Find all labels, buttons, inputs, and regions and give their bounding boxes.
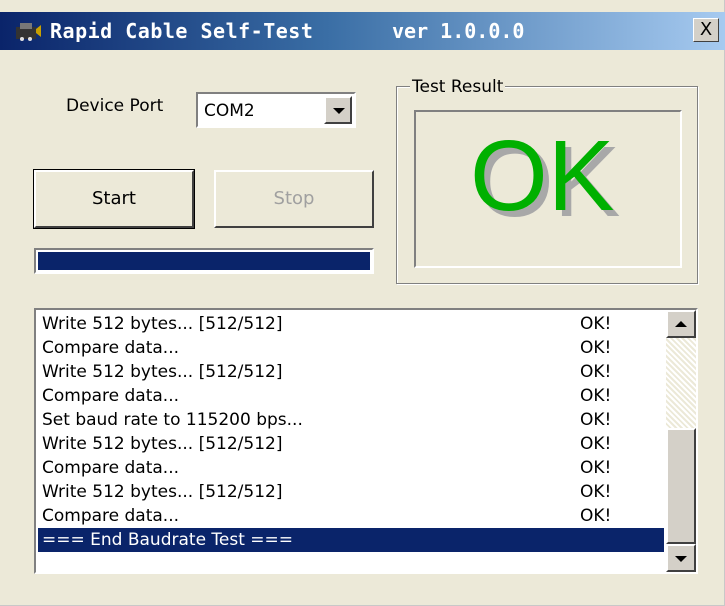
title-bar[interactable]: Rapid Cable Self-Test ver 1.0.0.0 X <box>0 12 725 50</box>
device-port-value: COM2 <box>204 101 255 121</box>
log-status: OK! <box>580 458 612 478</box>
log-message: Write 512 bytes... [512/512] <box>42 362 283 382</box>
log-message: Compare data... <box>42 338 180 358</box>
scroll-up-icon[interactable] <box>666 310 696 338</box>
chevron-down-icon[interactable] <box>324 96 352 124</box>
app-window: Rapid Cable Self-Test ver 1.0.0.0 X Devi… <box>0 0 725 606</box>
log-row[interactable]: Compare data... OK! <box>38 456 664 480</box>
scroll-down-icon[interactable] <box>666 544 696 572</box>
close-icon: X <box>699 19 713 40</box>
log-row[interactable]: Write 512 bytes... [512/512] OK! <box>38 312 664 336</box>
log-status: OK! <box>580 386 612 406</box>
log-message: Set baud rate to 115200 bps... <box>42 410 303 430</box>
start-button[interactable]: Start <box>33 169 195 229</box>
log-message: Write 512 bytes... [512/512] <box>42 434 283 454</box>
log-row[interactable]: Write 512 bytes... [512/512] OK! <box>38 480 664 504</box>
result-text: OK <box>470 120 615 232</box>
log-status: OK! <box>580 338 612 358</box>
log-message: Compare data... <box>42 386 180 406</box>
log-status: OK! <box>580 482 612 502</box>
log-list[interactable]: Write 512 bytes... [512/512] OK! Compare d… <box>34 308 698 574</box>
log-status: OK! <box>580 362 612 382</box>
window-version: ver 1.0.0.0 <box>392 19 525 43</box>
close-button[interactable]: X <box>693 18 719 42</box>
log-status: OK! <box>580 314 612 334</box>
log-row[interactable]: Write 512 bytes... [512/512] OK! <box>38 360 664 384</box>
log-message: Write 512 bytes... [512/512] <box>42 482 283 502</box>
log-message: === End Baudrate Test === <box>42 530 294 550</box>
device-port-label: Device Port <box>66 96 164 116</box>
log-row[interactable]: === End Baudrate Test === <box>38 528 664 552</box>
scroll-thumb[interactable] <box>666 428 696 544</box>
window-title: Rapid Cable Self-Test <box>50 19 314 43</box>
log-row[interactable]: Compare data... OK! <box>38 336 664 360</box>
log-status: OK! <box>580 410 612 430</box>
log-row[interactable]: Compare data... OK! <box>38 504 664 528</box>
log-row[interactable]: Compare data... OK! <box>38 384 664 408</box>
progress-fill <box>38 252 370 270</box>
stop-button[interactable]: Stop <box>214 170 374 228</box>
test-result-label: Test Result <box>410 77 506 97</box>
log-status: OK! <box>580 506 612 526</box>
log-status: OK! <box>580 434 612 454</box>
device-port-select[interactable]: COM2 <box>196 92 356 128</box>
app-icon <box>16 23 41 41</box>
log-message: Compare data... <box>42 458 180 478</box>
progress-bar <box>34 248 374 274</box>
log-row[interactable]: Set baud rate to 115200 bps... OK! <box>38 408 664 432</box>
log-message: Write 512 bytes... [512/512] <box>42 314 283 334</box>
log-row[interactable]: Write 512 bytes... [512/512] OK! <box>38 432 664 456</box>
log-message: Compare data... <box>42 506 180 526</box>
log-scrollbar[interactable] <box>666 310 696 572</box>
